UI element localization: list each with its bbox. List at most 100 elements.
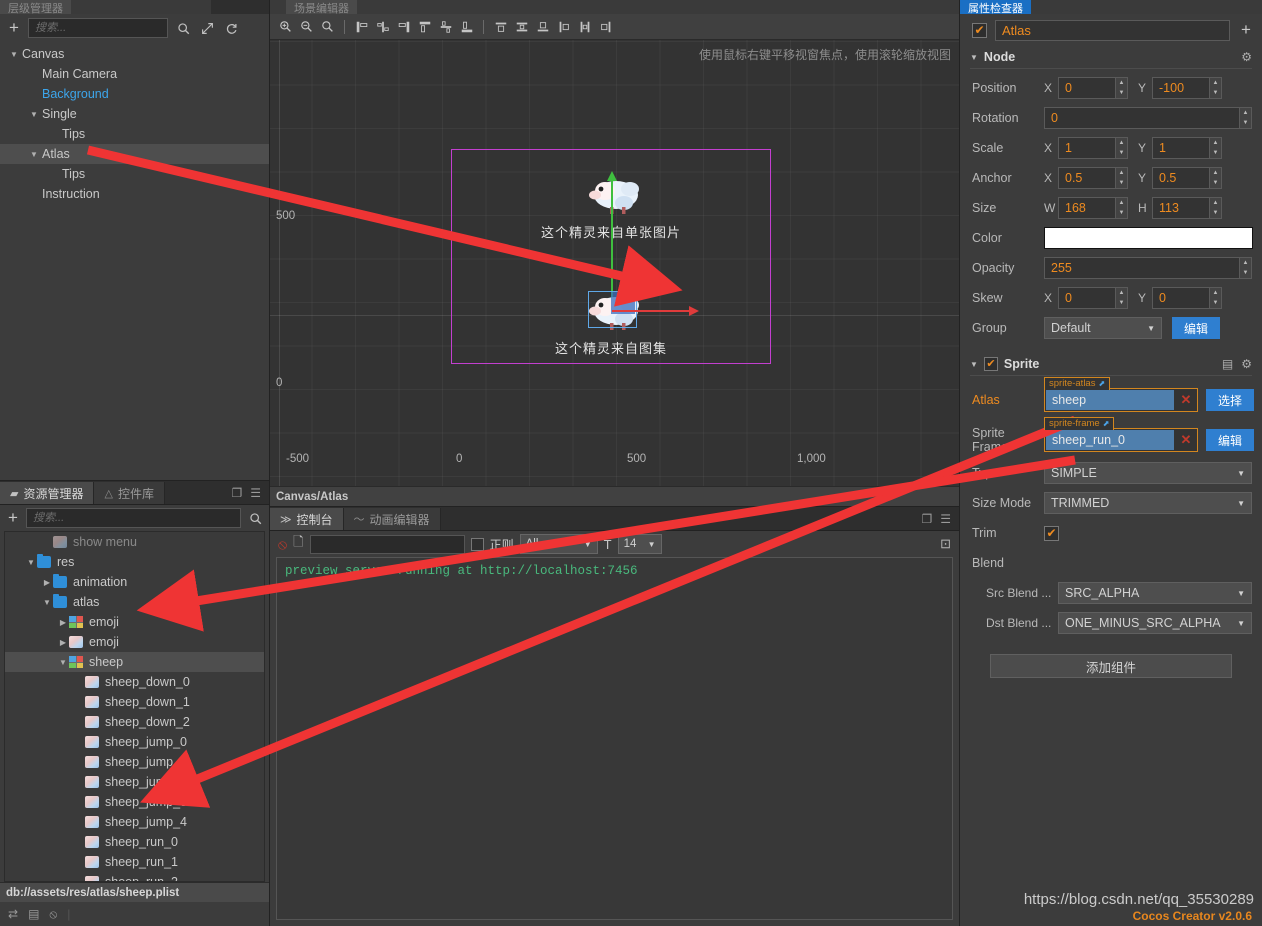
anchor-y-input[interactable]: 0.5 ▲ ▼: [1152, 167, 1222, 189]
tab-scene-editor[interactable]: 场景编辑器: [286, 0, 357, 14]
scale-x-input[interactable]: 1 ▲ ▼: [1058, 137, 1128, 159]
external-link-icon-2[interactable]: ⬈: [1103, 418, 1110, 430]
sprite-section-caret[interactable]: ▼: [970, 360, 978, 369]
hierarchy-node-tips[interactable]: ▼Tips: [0, 164, 269, 184]
position-x-input[interactable]: 0 ▲ ▼: [1058, 77, 1128, 99]
zoom-in-icon[interactable]: [276, 17, 295, 36]
database-icon[interactable]: ▤: [28, 907, 39, 921]
popout-icon[interactable]: ❐: [225, 482, 249, 504]
console-collapse-icon[interactable]: ⊡: [940, 536, 951, 552]
hierarchy-node-instruction[interactable]: ▼Instruction: [0, 184, 269, 204]
assets-search-icon[interactable]: [246, 509, 264, 527]
disclosure-triangle-icon[interactable]: ▼: [57, 658, 69, 667]
hierarchy-node-atlas[interactable]: ▼ Atlas: [0, 144, 269, 164]
atlas-asset-field[interactable]: sprite-atlas ⬈ sheep ✕: [1044, 377, 1198, 412]
disclosure-triangle-icon[interactable]: ▶: [57, 618, 69, 627]
tab-inspector[interactable]: 属性检查器: [960, 0, 1031, 14]
sprite-enabled-checkbox[interactable]: ✔: [983, 357, 998, 371]
hierarchy-node-single[interactable]: ▼ Single: [0, 104, 269, 124]
dst-blend-dropdown[interactable]: ONE_MINUS_SRC_ALPHA ▼: [1058, 612, 1252, 634]
sprite-frame-asset-field[interactable]: sprite-frame ⬈ sheep_run_0 ✕: [1044, 417, 1198, 452]
assets-search-input[interactable]: 搜索...: [26, 508, 241, 528]
color-swatch[interactable]: [1044, 227, 1253, 249]
console-popout-icon[interactable]: ❐: [915, 508, 939, 530]
add-asset-button[interactable]: +: [5, 508, 21, 528]
expand-icon[interactable]: [198, 19, 216, 37]
asset-item-sheep_run_2[interactable]: ▶sheep_run_2: [5, 872, 264, 881]
asset-item-show-menu[interactable]: ▶show menu: [5, 532, 264, 552]
atlas-select-button[interactable]: 选择: [1206, 389, 1254, 411]
node-section-caret[interactable]: ▼: [970, 53, 978, 62]
distribute-center-icon[interactable]: [512, 17, 531, 36]
disclosure-triangle-icon[interactable]: ▼: [25, 558, 37, 567]
hierarchy-tree[interactable]: ▼Canvas▼Main Camera▼Background▼Single▼Ti…: [0, 42, 269, 480]
tab-animation-editor[interactable]: 〜 动画编辑器: [343, 508, 441, 530]
distribute-left-icon[interactable]: [491, 17, 510, 36]
node-name-input[interactable]: Atlas: [995, 19, 1230, 41]
distribute-right-icon[interactable]: [533, 17, 552, 36]
asset-item-sheep_jump_1[interactable]: ▶sheep_jump_1: [5, 752, 264, 772]
align-middle-icon[interactable]: [436, 17, 455, 36]
align-left-icon[interactable]: [352, 17, 371, 36]
asset-item-sheep_down_1[interactable]: ▶sheep_down_1: [5, 692, 264, 712]
external-link-icon[interactable]: ⬈: [1098, 378, 1105, 390]
hidden-eye-icon[interactable]: ⦸: [49, 907, 57, 922]
disclosure-triangle-icon[interactable]: ▼: [8, 50, 20, 59]
file-icon[interactable]: 🗋: [293, 533, 303, 555]
type-dropdown[interactable]: SIMPLE ▼: [1044, 462, 1252, 484]
disclosure-triangle-icon[interactable]: ▼: [28, 110, 40, 119]
menu-icon[interactable]: ☰: [248, 482, 269, 504]
font-size-dropdown[interactable]: 14 ▼: [617, 534, 662, 554]
asset-item-sheep_down_2[interactable]: ▶sheep_down_2: [5, 712, 264, 732]
asset-item-emoji[interactable]: ▶ emoji: [5, 612, 264, 632]
console-filter-input[interactable]: [309, 534, 465, 554]
scene-viewport[interactable]: 500 0 -500 0 500 1,000 使用鼠标右键平移视窗焦点，使用滚轮…: [270, 40, 959, 486]
asset-item-atlas[interactable]: ▼ atlas: [5, 592, 264, 612]
position-y-input[interactable]: -100 ▲ ▼: [1152, 77, 1222, 99]
tab-placeholder[interactable]: [71, 0, 211, 14]
tab-asset-manager[interactable]: ▰ 资源管理器: [0, 482, 95, 504]
sprite-section-header[interactable]: ▼ ✔ Sprite ▤ ⚙: [960, 353, 1262, 375]
src-blend-dropdown[interactable]: SRC_ALPHA ▼: [1058, 582, 1252, 604]
zoom-out-icon[interactable]: [297, 17, 316, 36]
hierarchy-node-main-camera[interactable]: ▼Main Camera: [0, 64, 269, 84]
asset-item-sheep_run_1[interactable]: ▶sheep_run_1: [5, 852, 264, 872]
size-w-input[interactable]: 168 ▲ ▼: [1058, 197, 1128, 219]
size-h-input[interactable]: 113 ▲ ▼: [1152, 197, 1222, 219]
tab-console[interactable]: ≫ 控制台: [270, 508, 344, 530]
node-enabled-checkbox[interactable]: ✔: [972, 22, 987, 38]
zoom-fit-icon[interactable]: [318, 17, 337, 36]
hierarchy-search-input[interactable]: 搜索...: [28, 18, 168, 38]
log-level-dropdown[interactable]: All ▼: [519, 534, 598, 554]
text-size-icon[interactable]: T: [604, 537, 612, 552]
distribute-top-icon[interactable]: [554, 17, 573, 36]
hierarchy-node-canvas[interactable]: ▼ Canvas: [0, 44, 269, 64]
asset-item-sheep_jump_0[interactable]: ▶sheep_jump_0: [5, 732, 264, 752]
group-edit-button[interactable]: 编辑: [1172, 317, 1220, 339]
align-bottom-icon[interactable]: [457, 17, 476, 36]
tab-hierarchy[interactable]: 层级管理器: [0, 0, 71, 14]
asset-item-sheep_jump_4[interactable]: ▶sheep_jump_4: [5, 812, 264, 832]
console-menu-icon[interactable]: ☰: [938, 508, 959, 530]
size-mode-dropdown[interactable]: TRIMMED ▼: [1044, 492, 1252, 514]
asset-item-animation[interactable]: ▶ animation: [5, 572, 264, 592]
refresh-icon[interactable]: [222, 19, 240, 37]
add-node-property-button[interactable]: +: [1238, 20, 1254, 40]
distribute-middle-icon[interactable]: [575, 17, 594, 36]
align-right-icon[interactable]: [394, 17, 413, 36]
anchor-x-input[interactable]: 0.5 ▲ ▼: [1058, 167, 1128, 189]
asset-item-sheep[interactable]: ▼ sheep: [5, 652, 264, 672]
add-component-button[interactable]: 添加组件: [990, 654, 1232, 678]
asset-item-sheep_jump_3[interactable]: ▶sheep_jump_3: [5, 792, 264, 812]
search-icon[interactable]: [174, 19, 192, 37]
regex-checkbox[interactable]: [470, 537, 484, 551]
node-gear-icon[interactable]: ⚙: [1241, 50, 1252, 64]
sync-icon[interactable]: ⇄: [8, 907, 18, 921]
atlas-clear-button[interactable]: ✕: [1175, 392, 1197, 408]
opacity-input[interactable]: 255 ▲ ▼: [1044, 257, 1252, 279]
distribute-bottom-icon[interactable]: [596, 17, 615, 36]
sprite-gear-icon[interactable]: ⚙: [1241, 357, 1252, 371]
clear-icon[interactable]: ⦸: [278, 536, 287, 553]
align-top-icon[interactable]: [415, 17, 434, 36]
gizmo-x-axis[interactable]: [612, 306, 699, 316]
